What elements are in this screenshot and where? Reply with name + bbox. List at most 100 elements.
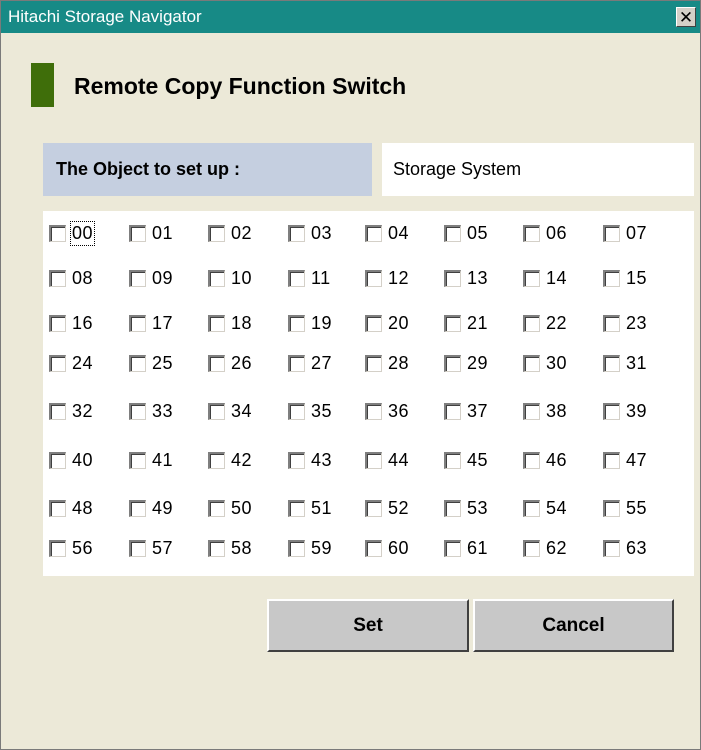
switch-item[interactable]: 26 [208,352,252,374]
switch-checkbox[interactable] [129,224,146,242]
switch-item[interactable]: 57 [129,537,173,559]
switch-item[interactable]: 24 [49,352,93,374]
switch-checkbox[interactable] [365,451,382,469]
switch-item[interactable]: 27 [288,352,332,374]
switch-item[interactable]: 28 [365,352,409,374]
switch-item[interactable]: 49 [129,497,173,519]
switch-item[interactable]: 20 [365,312,409,334]
switch-item[interactable]: 63 [603,537,647,559]
switch-item[interactable]: 11 [288,267,331,289]
switch-item[interactable]: 55 [603,497,647,519]
switch-item[interactable]: 30 [523,352,567,374]
switch-item[interactable]: 17 [129,312,173,334]
switch-item[interactable]: 15 [603,267,647,289]
switch-checkbox[interactable] [288,314,305,332]
switch-item[interactable]: 35 [288,400,332,422]
switch-item[interactable]: 39 [603,400,647,422]
switch-checkbox[interactable] [208,269,225,287]
switch-checkbox[interactable] [365,402,382,420]
cancel-button[interactable]: Cancel [473,599,674,652]
switch-item[interactable]: 21 [444,312,488,334]
switch-checkbox[interactable] [288,269,305,287]
switch-item[interactable]: 50 [208,497,252,519]
switch-checkbox[interactable] [444,224,461,242]
switch-checkbox[interactable] [603,539,620,557]
switch-item[interactable]: 36 [365,400,409,422]
switch-item[interactable]: 25 [129,352,173,374]
switch-item[interactable]: 56 [49,537,93,559]
switch-checkbox[interactable] [129,499,146,517]
switch-checkbox[interactable] [49,499,66,517]
switch-item[interactable]: 32 [49,400,93,422]
switch-checkbox[interactable] [523,269,540,287]
switch-checkbox[interactable] [49,451,66,469]
switch-checkbox[interactable] [129,402,146,420]
switch-checkbox[interactable] [444,499,461,517]
switch-checkbox[interactable] [523,314,540,332]
switch-checkbox[interactable] [365,499,382,517]
switch-checkbox[interactable] [523,539,540,557]
switch-item[interactable]: 22 [523,312,567,334]
switch-checkbox[interactable] [208,499,225,517]
switch-item[interactable]: 59 [288,537,332,559]
switch-item[interactable]: 34 [208,400,252,422]
switch-item[interactable]: 52 [365,497,409,519]
switch-checkbox[interactable] [129,354,146,372]
switch-item[interactable]: 31 [603,352,647,374]
switch-item[interactable]: 51 [288,497,332,519]
switch-checkbox[interactable] [288,539,305,557]
switch-item[interactable]: 23 [603,312,647,334]
switch-checkbox[interactable] [444,354,461,372]
switch-item[interactable]: 05 [444,222,488,244]
switch-item[interactable]: 37 [444,400,488,422]
switch-checkbox[interactable] [444,451,461,469]
switch-checkbox[interactable] [208,224,225,242]
switch-checkbox[interactable] [523,224,540,242]
switch-item[interactable]: 19 [288,312,332,334]
switch-checkbox[interactable] [129,539,146,557]
close-button[interactable]: ✕ [676,7,696,27]
switch-item[interactable]: 46 [523,449,567,471]
switch-item[interactable]: 45 [444,449,488,471]
switch-checkbox[interactable] [603,451,620,469]
switch-item[interactable]: 60 [365,537,409,559]
switch-item[interactable]: 04 [365,222,409,244]
switch-checkbox[interactable] [49,402,66,420]
switch-checkbox[interactable] [208,539,225,557]
switch-item[interactable]: 16 [49,312,93,334]
switch-checkbox[interactable] [288,224,305,242]
switch-item[interactable]: 00 [49,220,96,246]
switch-item[interactable]: 12 [365,267,409,289]
switch-item[interactable]: 18 [208,312,252,334]
switch-item[interactable]: 38 [523,400,567,422]
switch-item[interactable]: 02 [208,222,252,244]
switch-checkbox[interactable] [603,499,620,517]
switch-checkbox[interactable] [208,402,225,420]
switch-item[interactable]: 53 [444,497,488,519]
switch-checkbox[interactable] [129,451,146,469]
switch-item[interactable]: 08 [49,267,93,289]
switch-checkbox[interactable] [603,314,620,332]
switch-checkbox[interactable] [444,269,461,287]
switch-checkbox[interactable] [603,354,620,372]
switch-item[interactable]: 10 [208,267,252,289]
switch-checkbox[interactable] [208,314,225,332]
switch-item[interactable]: 13 [444,267,488,289]
switch-item[interactable]: 09 [129,267,173,289]
switch-checkbox[interactable] [444,314,461,332]
switch-checkbox[interactable] [603,269,620,287]
switch-item[interactable]: 06 [523,222,567,244]
switch-item[interactable]: 33 [129,400,173,422]
switch-checkbox[interactable] [523,402,540,420]
switch-checkbox[interactable] [444,402,461,420]
switch-item[interactable]: 58 [208,537,252,559]
switch-checkbox[interactable] [523,354,540,372]
switch-checkbox[interactable] [603,224,620,242]
switch-checkbox[interactable] [129,314,146,332]
switch-checkbox[interactable] [288,451,305,469]
switch-item[interactable]: 40 [49,449,93,471]
switch-checkbox[interactable] [288,402,305,420]
switch-item[interactable]: 42 [208,449,252,471]
switch-checkbox[interactable] [49,314,66,332]
switch-checkbox[interactable] [365,269,382,287]
